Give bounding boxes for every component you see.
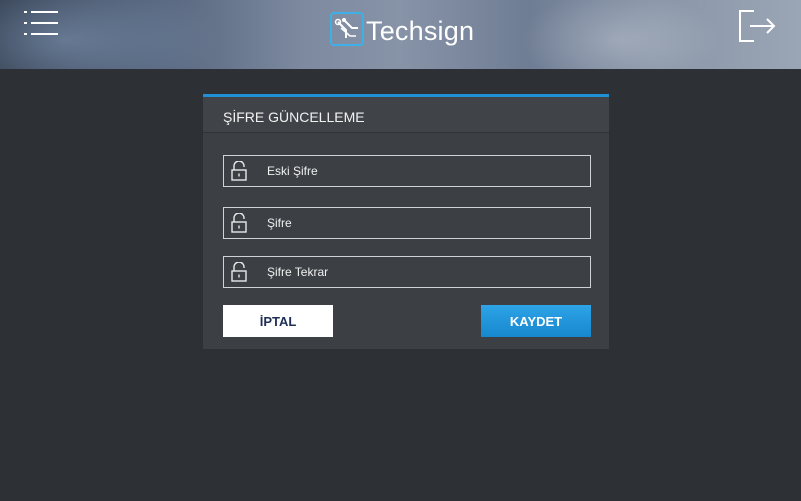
header-background-highlight bbox=[520, 0, 720, 69]
password-repeat-field[interactable]: Şifre Tekrar bbox=[223, 256, 591, 288]
panel-title: ŞİFRE GÜNCELLEME bbox=[223, 109, 365, 125]
password-field[interactable]: Şifre bbox=[223, 207, 591, 239]
panel-header: ŞİFRE GÜNCELLEME bbox=[203, 97, 609, 133]
save-button[interactable]: KAYDET bbox=[481, 305, 591, 337]
password-label: Şifre bbox=[267, 216, 292, 230]
logo-text: Techsign bbox=[366, 16, 475, 46]
password-repeat-label: Şifre Tekrar bbox=[267, 265, 329, 279]
top-bar: Techsign bbox=[0, 0, 801, 69]
techsign-logo-icon bbox=[330, 12, 364, 46]
lock-icon bbox=[231, 262, 247, 282]
techsign-logo: Techsign bbox=[330, 10, 475, 50]
password-update-panel: ŞİFRE GÜNCELLEME Eski Şifre Şifre Şifre … bbox=[203, 94, 609, 349]
logout-button[interactable] bbox=[738, 9, 778, 43]
divider bbox=[203, 132, 609, 133]
lock-icon bbox=[231, 161, 247, 181]
menu-button[interactable] bbox=[24, 10, 60, 42]
old-password-label: Eski Şifre bbox=[267, 164, 318, 178]
old-password-field[interactable]: Eski Şifre bbox=[223, 155, 591, 187]
cancel-button[interactable]: İPTAL bbox=[223, 305, 333, 337]
logout-icon bbox=[739, 10, 776, 42]
lock-icon bbox=[231, 213, 247, 233]
